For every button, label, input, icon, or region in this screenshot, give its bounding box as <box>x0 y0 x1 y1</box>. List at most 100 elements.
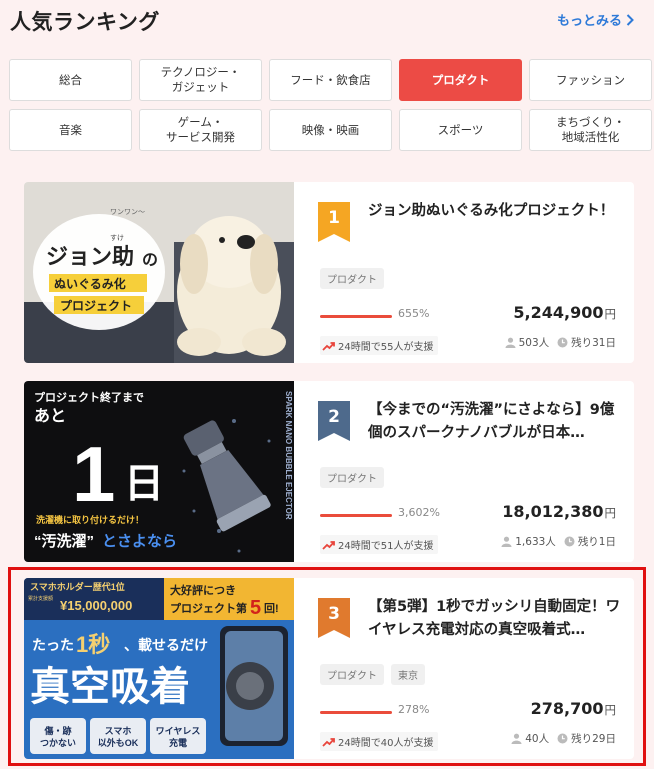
progress-bar <box>320 711 392 714</box>
thumb-top: プロジェクト終了まで <box>34 390 144 404</box>
days-remaining: 残り31日 <box>571 337 616 349</box>
tag-list: プロダクト <box>320 268 384 289</box>
svg-text:充電: 充電 <box>169 737 187 748</box>
thumb-ruby: すけ <box>110 234 124 242</box>
supporters-24h: 24時間で55人が支援 <box>338 342 434 353</box>
progress-fill <box>320 514 392 517</box>
thumb-suffix: の <box>142 252 158 269</box>
rank-badge: 3 <box>318 598 350 638</box>
trending-up-icon <box>322 737 335 747</box>
section-title: 人気ランキング <box>10 10 160 34</box>
thumb-top1: スマホホルダー歴代1位 <box>30 581 125 592</box>
thumb-title: ジョン助 <box>46 244 134 269</box>
thumb-mid3: 、載せるだけ <box>124 637 208 653</box>
trend-badge: 24時間で40人が支援 <box>320 732 439 751</box>
tab-product[interactable]: プロダクト <box>399 59 522 101</box>
tag[interactable]: 東京 <box>391 664 425 685</box>
days-remaining: 残り29日 <box>571 733 616 745</box>
clock-icon <box>557 733 568 744</box>
rank-number: 2 <box>328 407 340 427</box>
project-meta: 503人 残り31日 <box>505 335 616 350</box>
progress-percent: 278% <box>398 703 430 716</box>
amount-value: 5,244,900 <box>513 303 604 322</box>
currency: 円 <box>604 307 617 321</box>
thumb-top2: ¥15,000,000 <box>60 598 132 613</box>
progress-fill <box>320 711 392 714</box>
project-card-2[interactable]: プロジェクト終了まで あと 1 日 洗濯機に取り付けるだけ！ “汚洗濯” とさよ… <box>24 381 634 562</box>
thumb-badge1: 大好評につき <box>170 583 236 597</box>
tag[interactable]: プロダクト <box>320 268 384 289</box>
rank-badge: 2 <box>318 401 350 441</box>
progress-fill <box>320 315 392 318</box>
backer-count: 40人 <box>525 733 550 745</box>
supporters-24h: 24時間で40人が支援 <box>338 738 434 749</box>
project-thumbnail-3: スマホホルダー歴代1位 累計支援額 ¥15,000,000 大好評につき プロジ… <box>24 578 294 759</box>
rank-number: 1 <box>328 208 340 228</box>
thumb-badge: ワンワン〜 <box>110 208 145 216</box>
tag[interactable]: プロダクト <box>320 467 384 488</box>
person-icon <box>501 536 512 547</box>
tag-list: プロダクト 東京 <box>320 664 425 685</box>
progress-bar <box>320 514 392 517</box>
thumb-line2: ぬいぐるみ化 <box>54 276 126 291</box>
trending-up-icon <box>322 341 335 351</box>
tag-list: プロダクト <box>320 467 384 488</box>
tab-sports[interactable]: スポーツ <box>399 109 522 151</box>
backer-count: 1,633人 <box>515 536 556 548</box>
thumb-badge4: 回! <box>264 601 279 615</box>
thumb-badge2: プロジェクト第 <box>170 601 247 615</box>
project-title[interactable]: ジョン助ぬいぐるみ化プロジェクト！ <box>368 200 624 223</box>
thumb-line3: プロジェクト <box>60 298 132 313</box>
more-link[interactable]: もっとみる <box>557 10 634 29</box>
tab-music[interactable]: 音楽 <box>9 109 132 151</box>
trend-badge: 24時間で55人が支援 <box>320 336 439 355</box>
trending-up-icon <box>322 540 335 550</box>
thumb-bottom2: とさよなら <box>102 533 177 550</box>
days-remaining: 残り1日 <box>577 536 616 548</box>
project-title[interactable]: 【今までの“汚洗濯”にさよなら】9億個のスパークナノバブルが日本… <box>368 399 624 445</box>
thumb-day: 日 <box>124 462 164 506</box>
thumb-bottom1: “汚洗濯” <box>34 532 94 550</box>
thumb-side: SPARK NANO BUBBLE EJECTOR <box>284 391 293 520</box>
tab-technology-gadget[interactable]: テクノロジー・ ガジェット <box>139 59 262 101</box>
person-icon <box>505 337 516 348</box>
amount-value: 278,700 <box>530 699 604 718</box>
clock-icon <box>557 337 568 348</box>
project-title[interactable]: 【第5弾】1秒でガッシリ自動固定！ワイヤレス充電対応の真空吸着式… <box>368 596 624 642</box>
svg-text:傷・跡: 傷・跡 <box>43 725 71 736</box>
currency: 円 <box>604 703 617 717</box>
trend-badge: 24時間で51人が支援 <box>320 535 439 554</box>
tab-fashion[interactable]: ファッション <box>529 59 652 101</box>
person-icon <box>511 733 522 744</box>
thumb-big-number: 1 <box>72 430 115 518</box>
funding-amount: 5,244,900円 <box>513 303 616 322</box>
category-tabs: 総合 テクノロジー・ ガジェット フード・飲食店 プロダクト ファッション 音楽… <box>9 59 652 151</box>
tag[interactable]: プロダクト <box>320 664 384 685</box>
thumb-big: 真空吸着 <box>30 665 190 709</box>
project-card-1[interactable]: ジョン助 の すけ ワンワン〜 ぬいぐるみ化 プロジェクト 1 ジョン助ぬいぐる… <box>24 182 634 363</box>
amount-value: 18,012,380 <box>502 502 604 521</box>
rank-number: 3 <box>328 604 340 624</box>
ranking-header: 人気ランキング もっとみる <box>0 0 654 46</box>
progress-percent: 655% <box>398 307 430 320</box>
tab-video-film[interactable]: 映像・映画 <box>269 109 392 151</box>
svg-text:ワイヤレス: ワイヤレス <box>156 726 201 736</box>
backer-count: 503人 <box>518 337 550 349</box>
funding-amount: 18,012,380円 <box>502 502 616 521</box>
rank-badge: 1 <box>318 202 350 242</box>
project-thumbnail-1: ジョン助 の すけ ワンワン〜 ぬいぐるみ化 プロジェクト <box>24 182 294 363</box>
funding-amount: 278,700円 <box>531 699 616 718</box>
progress-bar <box>320 315 392 318</box>
tab-community-revitalization[interactable]: まちづくり・ 地域活性化 <box>529 109 652 151</box>
project-card-3[interactable]: スマホホルダー歴代1位 累計支援額 ¥15,000,000 大好評につき プロジ… <box>24 578 634 759</box>
thumb-small: 洗濯機に取り付けるだけ！ <box>36 514 144 525</box>
project-meta: 40人 残り29日 <box>511 731 616 746</box>
tab-general[interactable]: 総合 <box>9 59 132 101</box>
tab-game-service[interactable]: ゲーム・ サービス開発 <box>139 109 262 151</box>
svg-text:スマホ: スマホ <box>105 726 132 736</box>
tab-food-restaurant[interactable]: フード・飲食店 <box>269 59 392 101</box>
svg-text:つかない: つかない <box>40 738 76 748</box>
thumb-mid2: 1秒 <box>76 632 110 657</box>
thumb-top3: 累計支援額 <box>28 595 53 602</box>
thumb-mid1: たった <box>32 637 74 653</box>
